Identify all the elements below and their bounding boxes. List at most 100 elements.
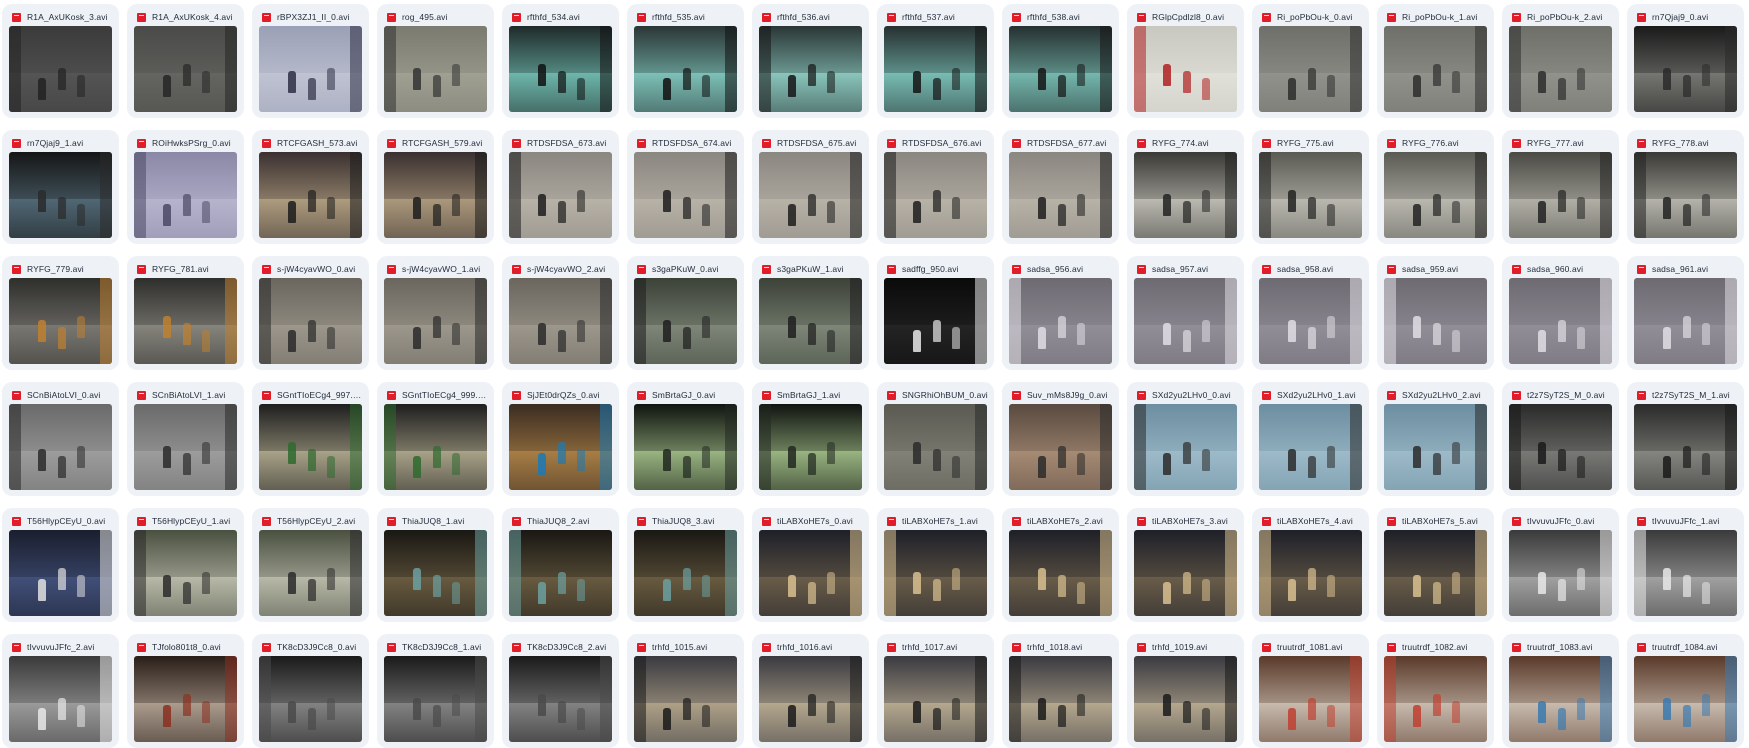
video-thumbnail[interactable] [134, 404, 237, 490]
video-thumbnail[interactable] [259, 656, 362, 742]
file-tile[interactable]: SXd2yu2LHv0_0.avi [1127, 382, 1244, 496]
video-thumbnail[interactable] [259, 278, 362, 364]
video-thumbnail[interactable] [1259, 404, 1362, 490]
file-tile[interactable]: T56HlypCEyU_2.avi [252, 508, 369, 622]
file-tile[interactable]: sadsa_961.avi [1627, 256, 1744, 370]
file-tile[interactable]: ThiaJUQ8_2.avi [502, 508, 619, 622]
video-thumbnail[interactable] [634, 404, 737, 490]
file-tile[interactable]: Suv_mMs8J9g_0.avi [1002, 382, 1119, 496]
video-thumbnail[interactable] [759, 656, 862, 742]
file-tile[interactable]: tiLABXoHE7s_0.avi [752, 508, 869, 622]
file-tile[interactable]: sadsa_957.avi [1127, 256, 1244, 370]
video-thumbnail[interactable] [1384, 26, 1487, 112]
video-thumbnail[interactable] [1259, 656, 1362, 742]
file-tile[interactable]: trhfd_1016.avi [752, 634, 869, 748]
video-thumbnail[interactable] [1509, 278, 1612, 364]
file-tile[interactable]: TK8cD3J9Cc8_0.avi [252, 634, 369, 748]
file-tile[interactable]: rfthfd_534.avi [502, 4, 619, 118]
video-thumbnail[interactable] [134, 656, 237, 742]
file-tile[interactable]: truutrdf_1084.avi [1627, 634, 1744, 748]
video-thumbnail[interactable] [634, 656, 737, 742]
file-tile[interactable]: Ri_poPbOu-k_0.avi [1252, 4, 1369, 118]
file-tile[interactable]: tiLABXoHE7s_5.avi [1377, 508, 1494, 622]
video-thumbnail[interactable] [1009, 656, 1112, 742]
file-tile[interactable]: tiLABXoHE7s_1.avi [877, 508, 994, 622]
file-tile[interactable]: s3gaPKuW_0.avi [627, 256, 744, 370]
file-tile[interactable]: ROiHwksPSrg_0.avi [127, 130, 244, 244]
video-thumbnail[interactable] [1509, 656, 1612, 742]
video-thumbnail[interactable] [1009, 152, 1112, 238]
file-tile[interactable]: RYFG_774.avi [1127, 130, 1244, 244]
file-tile[interactable]: rn7Qjaj9_0.avi [1627, 4, 1744, 118]
file-tile[interactable]: truutrdf_1082.avi [1377, 634, 1494, 748]
video-thumbnail[interactable] [1509, 404, 1612, 490]
file-tile[interactable]: s-jW4cyavWO_2.avi [502, 256, 619, 370]
video-thumbnail[interactable] [1259, 152, 1362, 238]
video-thumbnail[interactable] [884, 26, 987, 112]
file-tile[interactable]: s-jW4cyavWO_0.avi [252, 256, 369, 370]
video-thumbnail[interactable] [259, 152, 362, 238]
file-tile[interactable]: RYFG_776.avi [1377, 130, 1494, 244]
video-thumbnail[interactable] [1009, 404, 1112, 490]
file-tile[interactable]: rfthfd_537.avi [877, 4, 994, 118]
file-tile[interactable]: RYFG_775.avi [1252, 130, 1369, 244]
video-thumbnail[interactable] [884, 656, 987, 742]
file-tile[interactable]: ThiaJUQ8_1.avi [377, 508, 494, 622]
file-tile[interactable]: RTCFGASH_579.avi [377, 130, 494, 244]
video-thumbnail[interactable] [884, 152, 987, 238]
file-tile[interactable]: SGntTIoECg4_999.avi [377, 382, 494, 496]
video-thumbnail[interactable] [884, 404, 987, 490]
file-tile[interactable]: SGntTIoECg4_997.avi [252, 382, 369, 496]
file-tile[interactable]: SCnBiAtoLVI_0.avi [2, 382, 119, 496]
video-thumbnail[interactable] [634, 26, 737, 112]
video-thumbnail[interactable] [1509, 152, 1612, 238]
video-thumbnail[interactable] [1134, 404, 1237, 490]
video-thumbnail[interactable] [259, 404, 362, 490]
file-tile[interactable]: trhfd_1017.avi [877, 634, 994, 748]
file-tile[interactable]: SXd2yu2LHv0_1.avi [1252, 382, 1369, 496]
video-thumbnail[interactable] [759, 404, 862, 490]
file-tile[interactable]: SNGRhiOhBUM_0.avi [877, 382, 994, 496]
video-thumbnail[interactable] [509, 278, 612, 364]
video-thumbnail[interactable] [1509, 530, 1612, 616]
video-thumbnail[interactable] [9, 152, 112, 238]
video-thumbnail[interactable] [1009, 530, 1112, 616]
video-thumbnail[interactable] [1634, 278, 1737, 364]
video-thumbnail[interactable] [1384, 278, 1487, 364]
video-thumbnail[interactable] [1634, 656, 1737, 742]
file-tile[interactable]: T56HlypCEyU_1.avi [127, 508, 244, 622]
file-tile[interactable]: RGlpCpdlzl8_0.avi [1127, 4, 1244, 118]
file-tile[interactable]: Ri_poPbOu-k_2.avi [1502, 4, 1619, 118]
video-thumbnail[interactable] [634, 278, 737, 364]
video-thumbnail[interactable] [259, 26, 362, 112]
video-thumbnail[interactable] [1134, 152, 1237, 238]
file-tile[interactable]: rog_495.avi [377, 4, 494, 118]
file-tile[interactable]: TK8cD3J9Cc8_1.avi [377, 634, 494, 748]
video-thumbnail[interactable] [509, 530, 612, 616]
video-thumbnail[interactable] [1384, 530, 1487, 616]
file-tile[interactable]: s-jW4cyavWO_1.avi [377, 256, 494, 370]
video-thumbnail[interactable] [1009, 278, 1112, 364]
video-thumbnail[interactable] [9, 656, 112, 742]
file-tile[interactable]: truutrdf_1083.avi [1502, 634, 1619, 748]
file-tile[interactable]: trhfd_1018.avi [1002, 634, 1119, 748]
file-tile[interactable]: SXd2yu2LHv0_2.avi [1377, 382, 1494, 496]
video-thumbnail[interactable] [134, 530, 237, 616]
file-tile[interactable]: RYFG_779.avi [2, 256, 119, 370]
file-tile[interactable]: rfthfd_538.avi [1002, 4, 1119, 118]
video-thumbnail[interactable] [134, 278, 237, 364]
video-thumbnail[interactable] [1634, 404, 1737, 490]
video-thumbnail[interactable] [384, 404, 487, 490]
video-thumbnail[interactable] [9, 530, 112, 616]
video-thumbnail[interactable] [384, 26, 487, 112]
file-tile[interactable]: SjJEt0drQZs_0.avi [502, 382, 619, 496]
video-thumbnail[interactable] [509, 152, 612, 238]
video-thumbnail[interactable] [1384, 152, 1487, 238]
video-thumbnail[interactable] [384, 152, 487, 238]
file-tile[interactable]: tIvvuvuJFfc_1.avi [1627, 508, 1744, 622]
video-thumbnail[interactable] [1134, 26, 1237, 112]
video-thumbnail[interactable] [9, 26, 112, 112]
video-thumbnail[interactable] [134, 26, 237, 112]
file-tile[interactable]: tiLABXoHE7s_3.avi [1127, 508, 1244, 622]
file-tile[interactable]: R1A_AxUKosk_3.avi [2, 4, 119, 118]
